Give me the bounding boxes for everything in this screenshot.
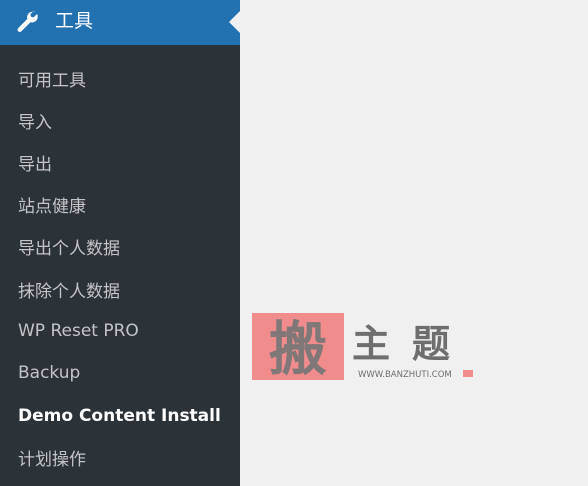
admin-sidebar: 工具 可用工具 导入 导出 站点健康 导出个人数据 抹除个人数据 WP Reset PRO B… xyxy=(0,0,240,486)
submenu-item[interactable]: 抹除个人数据 xyxy=(0,268,240,310)
admin-screen: 工具 可用工具 导入 导出 站点健康 导出个人数据 抹除个人数据 WP Reset PRO B… xyxy=(0,0,588,486)
submenu-item[interactable]: 可用工具 xyxy=(0,57,240,99)
submenu-item[interactable]: 计划操作 xyxy=(0,437,240,479)
watermark-brand: 主题 xyxy=(352,321,472,366)
submenu-item[interactable]: 导入 xyxy=(0,99,240,141)
tools-menu-title: 工具 xyxy=(55,10,94,32)
wrench-icon xyxy=(17,11,38,32)
submenu-item[interactable]: Demo Content Install xyxy=(0,395,240,437)
current-menu-pointer xyxy=(229,11,240,33)
submenu-item[interactable]: WP Reset PRO xyxy=(0,310,240,352)
submenu-item[interactable]: Backup xyxy=(0,352,240,394)
watermark-main-char: 搬 xyxy=(269,315,327,383)
submenu-item[interactable]: 站点健康 xyxy=(0,184,240,226)
submenu-item[interactable]: 导出 xyxy=(0,141,240,183)
submenu-item[interactable]: 导出个人数据 xyxy=(0,226,240,268)
banzhuti-watermark-logo: 搬 主题 WWW.BANZHUTI.COM xyxy=(252,313,473,383)
tools-menu-header[interactable]: 工具 xyxy=(0,0,240,45)
tools-submenu: 可用工具 导入 导出 站点健康 导出个人数据 抹除个人数据 WP Reset PRO Back… xyxy=(0,45,240,479)
watermark-url: WWW.BANZHUTI.COM xyxy=(358,370,452,380)
